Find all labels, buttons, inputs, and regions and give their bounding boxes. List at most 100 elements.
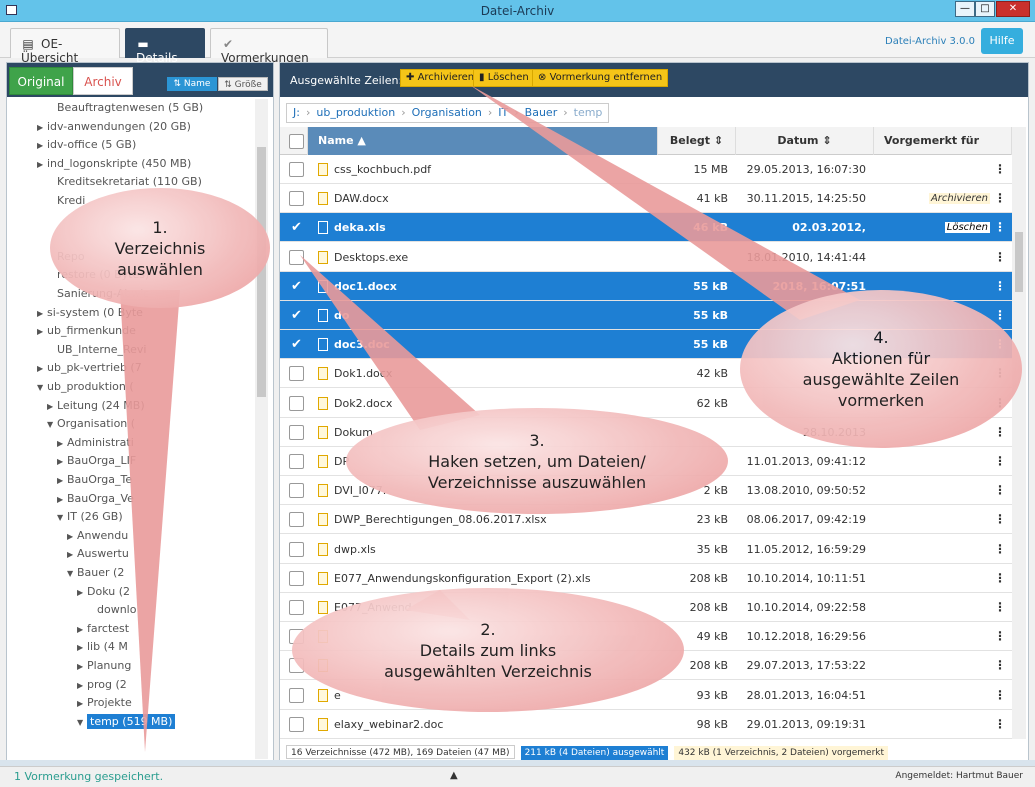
tab-details[interactable]: ▬Details <box>125 28 205 65</box>
table-row[interactable]: DWP_Berechtigungen_08.06.2017.xlsx 23 kB 0… <box>280 505 1012 535</box>
collapsed-icon[interactable]: ▶ <box>57 472 67 490</box>
row-menu-icon[interactable]: ⋮ <box>994 213 1006 242</box>
table-row[interactable]: elaxy_webinar2.doc 98 kB 29.01.2013, 09:19… <box>280 709 1012 739</box>
tree-node[interactable]: ▶ idv-anwendungen (20 GB) <box>37 118 191 136</box>
breadcrumb-item[interactable]: temp <box>574 106 603 119</box>
table-row[interactable]: dwp.xls 35 kB 11.05.2012, 16:59:29 ⋮ <box>280 534 1012 564</box>
collapsed-icon[interactable]: ▶ <box>57 491 67 509</box>
column-name[interactable]: Name ▲ <box>308 127 658 155</box>
row-menu-icon[interactable]: ⋮ <box>994 476 1006 505</box>
row-menu-icon[interactable]: ⋮ <box>994 155 1006 184</box>
original-button[interactable]: Original <box>9 67 73 95</box>
row-checkbox[interactable] <box>289 366 304 382</box>
scrollbar-thumb[interactable] <box>1015 232 1023 292</box>
row-checkbox[interactable]: ✔ <box>289 308 304 323</box>
row-menu-icon[interactable]: ⋮ <box>994 593 1006 622</box>
select-all-checkbox[interactable] <box>289 134 304 149</box>
table-row[interactable]: Desktops.exe 18.01.2010, 14:41:44 ⋮ <box>280 242 1012 272</box>
tab-oe-uebersicht[interactable]: ▤ OE-Übersicht <box>10 28 120 65</box>
collapsed-icon[interactable]: ▶ <box>37 119 47 137</box>
caret-up-icon[interactable]: ▲ <box>450 770 458 781</box>
collapsed-icon[interactable]: ▶ <box>77 695 87 713</box>
row-checkbox[interactable] <box>289 424 304 440</box>
collapsed-icon[interactable]: ▶ <box>37 156 47 174</box>
help-button[interactable]: Hilfe <box>981 28 1023 54</box>
grid-scrollbar[interactable] <box>1012 127 1026 739</box>
loeschen-button[interactable]: ▮ Löschen <box>473 69 535 87</box>
row-checkbox[interactable] <box>289 600 304 615</box>
tree-node[interactable]: ▶ lib (4 M <box>77 638 128 656</box>
tree-scrollbar[interactable] <box>255 99 268 759</box>
tree-node[interactable]: ▼ temp (519 MB) <box>77 713 176 732</box>
row-checkbox[interactable] <box>289 483 304 499</box>
collapsed-icon[interactable]: ▶ <box>47 398 57 416</box>
tree-node[interactable]: ▶ BauOrga_Ve <box>57 490 134 508</box>
row-checkbox[interactable]: ✔ <box>289 337 304 352</box>
tree-node[interactable]: ▶ ub_pk-vertrieb (7 <box>37 359 142 377</box>
row-menu-icon[interactable]: ⋮ <box>994 418 1006 447</box>
row-menu-icon[interactable]: ⋮ <box>994 681 1006 710</box>
row-menu-icon[interactable]: ⋮ <box>994 184 1006 213</box>
sort-by-name-button[interactable]: ⇅ Name <box>167 77 217 91</box>
row-menu-icon[interactable]: ⋮ <box>994 651 1006 680</box>
collapsed-icon[interactable]: ▶ <box>77 658 87 676</box>
breadcrumb-item[interactable]: ub_produktion <box>316 106 395 119</box>
table-row[interactable]: DAW.docx 41 kB 30.11.2015, 14:25:50 Archivi… <box>280 184 1012 214</box>
tree-node[interactable]: ▼ Bauer (2 <box>67 564 124 582</box>
tree-node[interactable] <box>47 211 57 229</box>
tree-node[interactable]: ▶ Projekte <box>77 694 132 712</box>
tab-vormerkungen[interactable]: ✔Vormerkungen <box>210 28 328 65</box>
table-row[interactable]: css_kochbuch.pdf 15 MB 29.05.2013, 16:07:3… <box>280 155 1012 184</box>
tree-node[interactable]: ▶ prog (2 <box>77 676 127 694</box>
vormerkung-entfernen-button[interactable]: ⊗ Vormerkung entfernen <box>532 69 669 87</box>
row-checkbox[interactable] <box>289 687 304 703</box>
row-checkbox[interactable] <box>289 541 304 557</box>
row-checkbox[interactable] <box>289 454 304 469</box>
expanded-icon[interactable]: ▼ <box>77 714 87 732</box>
collapsed-icon[interactable]: ▶ <box>77 584 87 602</box>
collapsed-icon[interactable]: ▶ <box>57 453 67 471</box>
collapsed-icon[interactable]: ▶ <box>77 621 87 639</box>
tree-node[interactable]: UB_Interne_Revi <box>47 341 146 359</box>
row-menu-icon[interactable]: ⋮ <box>994 272 1006 301</box>
row-checkbox[interactable]: ✔ <box>289 220 304 235</box>
tree-node[interactable]: ▶ Planung <box>77 657 131 675</box>
expanded-icon[interactable]: ▼ <box>47 416 57 434</box>
tree-node[interactable]: ▶ idv-office (5 GB) <box>37 136 136 154</box>
tree-node[interactable]: ▶ Doku (2 <box>77 583 130 601</box>
sort-by-size-button[interactable]: ⇅ Größe <box>218 77 268 91</box>
row-checkbox[interactable] <box>289 191 304 207</box>
breadcrumb-item[interactable]: J: <box>293 106 300 119</box>
row-checkbox[interactable] <box>289 162 304 177</box>
tree-node[interactable]: ▶ ind_logonskripte (450 MB) <box>37 155 191 173</box>
tree-node[interactable]: ▶ ub_firmenkunde <box>37 322 136 340</box>
collapsed-icon[interactable]: ▶ <box>37 137 47 155</box>
row-menu-icon[interactable]: ⋮ <box>994 243 1006 272</box>
tree-node[interactable]: ▶ Anwendu <box>67 527 128 545</box>
maximize-button[interactable]: □ <box>975 1 995 17</box>
collapsed-icon[interactable]: ▶ <box>77 639 87 657</box>
table-row[interactable]: ✔deka.xls46 kB02.03.2012, 15:16:18Lösche… <box>280 213 1012 263</box>
collapsed-icon[interactable]: ▶ <box>37 305 47 323</box>
column-datum[interactable]: Datum ⇕ <box>736 127 874 155</box>
tree-node[interactable]: ▼ Organisation ( <box>47 415 135 433</box>
archiv-button[interactable]: Archiv <box>73 67 133 95</box>
row-menu-icon[interactable]: ⋮ <box>994 447 1006 476</box>
collapsed-icon[interactable]: ▶ <box>57 435 67 453</box>
breadcrumb-item[interactable]: Bauer <box>525 106 558 119</box>
expanded-icon[interactable]: ▼ <box>57 509 67 527</box>
tree-node[interactable]: ▶ farctest <box>77 620 129 638</box>
tree-node[interactable]: ▶ BauOrga_LIF <box>57 452 136 470</box>
expanded-icon[interactable]: ▼ <box>37 379 47 397</box>
row-checkbox[interactable] <box>289 249 304 265</box>
tree-node[interactable]: downlo <box>87 601 136 619</box>
tree-node[interactable]: ▼ IT (26 GB) <box>57 508 123 526</box>
row-menu-icon[interactable]: ⋮ <box>994 622 1006 651</box>
row-menu-icon[interactable]: ⋮ <box>994 535 1006 564</box>
row-menu-icon[interactable]: ⋮ <box>994 505 1006 534</box>
collapsed-icon[interactable]: ▶ <box>37 360 47 378</box>
tree-node[interactable]: ▶ Administrati <box>57 434 134 452</box>
breadcrumb-item[interactable]: Organisation <box>412 106 482 119</box>
collapsed-icon[interactable]: ▶ <box>37 323 47 341</box>
tree-node[interactable]: ▼ ub_produktion ( <box>37 378 134 396</box>
